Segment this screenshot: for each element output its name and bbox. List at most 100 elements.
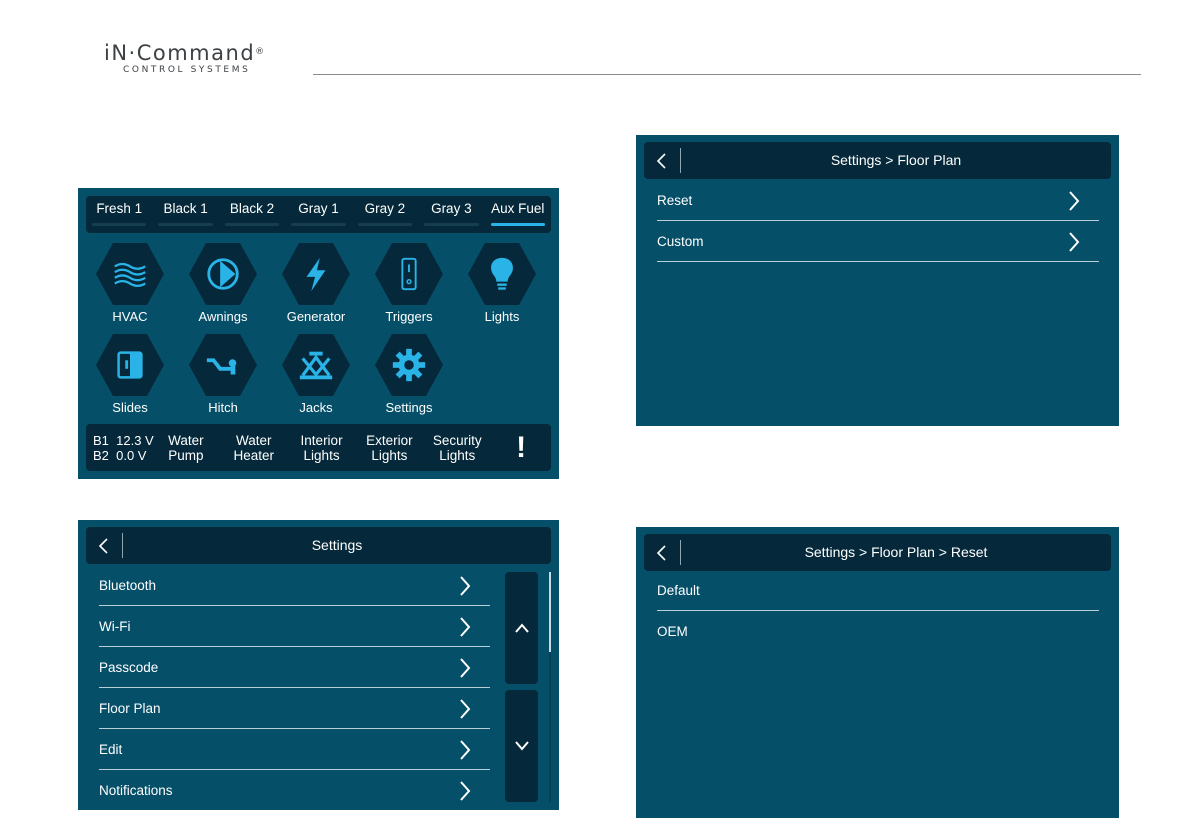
chevron-down-icon <box>514 741 529 751</box>
scissor-jack-icon <box>299 351 333 380</box>
floor-plan-item-reset[interactable]: Reset <box>657 180 1099 221</box>
tab-gray-2[interactable]: Gray 2 <box>352 196 418 233</box>
item-label: OEM <box>657 624 688 639</box>
scroll-down-button[interactable] <box>505 690 538 802</box>
hitch-button[interactable]: Hitch <box>179 334 267 415</box>
jacks-button[interactable]: Jacks <box>272 334 360 415</box>
page-title: Settings <box>311 537 363 553</box>
title-bar: Settings <box>86 527 551 564</box>
reset-option-default[interactable]: Default <box>657 570 1099 611</box>
settings-item-notifications[interactable]: Notifications <box>99 770 490 810</box>
exterior-lights-button[interactable]: Exterior Lights <box>355 433 423 463</box>
awning-icon <box>207 258 239 290</box>
floor-plan-item-custom[interactable]: Custom <box>657 221 1099 262</box>
tab-gray-1[interactable]: Gray 1 <box>285 196 351 233</box>
tank-level-bar <box>424 223 479 226</box>
scrollbar-thumb[interactable] <box>549 572 551 652</box>
tab-label: Black 2 <box>229 201 275 216</box>
reset-screen: Settings > Floor Plan > Reset Default OE… <box>636 527 1119 818</box>
app-label: Hitch <box>208 400 238 415</box>
tab-label: Gray 1 <box>298 201 339 216</box>
app-label: Lights <box>484 309 520 324</box>
chevron-right-icon <box>460 740 471 760</box>
tank-level-bar <box>224 223 280 226</box>
item-label: Edit <box>99 742 123 757</box>
status-bar: B1 12.3 V B2 0.0 V Water Pump Water Heat… <box>86 424 551 471</box>
tab-aux-fuel[interactable]: Aux Fuel <box>485 196 551 233</box>
brand-tagline: CONTROL SYSTEMS <box>123 65 251 75</box>
page-title: Settings > Floor Plan <box>830 152 962 168</box>
interior-lights-button[interactable]: Interior Lights <box>288 433 356 463</box>
reset-options-list: Default OEM <box>657 570 1099 652</box>
tab-gray-3[interactable]: Gray 3 <box>418 196 484 233</box>
app-label: Triggers <box>385 309 433 324</box>
slide-out-icon <box>117 351 143 379</box>
chevron-left-icon <box>656 152 666 169</box>
tab-fresh-1[interactable]: Fresh 1 <box>86 196 152 233</box>
switch-icon <box>401 257 417 291</box>
slides-button[interactable]: Slides <box>86 334 174 415</box>
item-label: Default <box>657 583 700 598</box>
scroll-up-button[interactable] <box>505 572 538 684</box>
tank-tabs: Fresh 1 Black 1 Black 2 Gray 1 Gray 2 Gr… <box>86 196 551 233</box>
tab-label: Aux Fuel <box>491 201 545 216</box>
chevron-left-icon <box>98 537 108 554</box>
settings-item-floor-plan[interactable]: Floor Plan <box>99 688 490 729</box>
alert-icon[interactable]: ! <box>491 432 551 463</box>
lightning-bolt-icon <box>306 257 326 292</box>
tab-label: Gray 2 <box>364 201 406 216</box>
settings-item-wifi[interactable]: Wi-Fi <box>99 606 490 647</box>
back-button[interactable] <box>644 142 680 179</box>
tank-level-bar <box>490 223 545 226</box>
triggers-button[interactable]: Triggers <box>365 243 453 324</box>
gear-icon <box>392 348 426 382</box>
floor-plan-screen: Settings > Floor Plan Reset Custom <box>636 135 1119 426</box>
hitch-icon <box>206 358 237 375</box>
hvac-button[interactable]: HVAC <box>86 243 174 324</box>
item-label: Reset <box>657 193 693 208</box>
item-label: Passcode <box>99 660 159 675</box>
back-button[interactable] <box>644 534 680 571</box>
title-bar: Settings > Floor Plan <box>644 142 1111 179</box>
item-label: Wi-Fi <box>99 619 131 634</box>
settings-item-passcode[interactable]: Passcode <box>99 647 490 688</box>
water-heater-button[interactable]: Water Heater <box>220 433 288 463</box>
app-label: Awnings <box>198 309 248 324</box>
tab-label: Fresh 1 <box>96 201 143 216</box>
app-label: Generator <box>286 309 346 324</box>
item-label: Floor Plan <box>99 701 161 716</box>
reset-option-oem[interactable]: OEM <box>657 611 1099 652</box>
item-label: Bluetooth <box>99 578 157 593</box>
tab-black-2[interactable]: Black 2 <box>219 196 285 233</box>
item-label: Custom <box>657 234 704 249</box>
tab-black-1[interactable]: Black 1 <box>152 196 218 233</box>
lights-button[interactable]: Lights <box>458 243 546 324</box>
security-lights-button[interactable]: Security Lights <box>423 433 491 463</box>
water-pump-button[interactable]: Water Pump <box>152 433 220 463</box>
tank-level-bar <box>158 223 213 226</box>
app-label: Slides <box>112 400 148 415</box>
chevron-right-icon <box>460 576 471 596</box>
settings-item-edit[interactable]: Edit <box>99 729 490 770</box>
settings-item-bluetooth[interactable]: Bluetooth <box>99 565 490 606</box>
chevron-right-icon <box>1069 191 1080 211</box>
chevron-right-icon <box>460 781 471 801</box>
awnings-button[interactable]: Awnings <box>179 243 267 324</box>
battery-2-voltage: B2 0.0 V <box>93 447 147 463</box>
generator-button[interactable]: Generator <box>272 243 360 324</box>
floor-plan-list: Reset Custom <box>657 180 1099 262</box>
chevron-right-icon <box>1069 232 1080 252</box>
tab-label: Black 1 <box>163 201 208 216</box>
settings-screen: Settings Bluetooth Wi-Fi Passcode Floor … <box>78 520 559 810</box>
settings-button[interactable]: Settings <box>365 334 453 415</box>
brand-name: iN·Command <box>104 41 256 65</box>
tank-level-bar <box>92 223 147 226</box>
chevron-right-icon <box>460 658 471 678</box>
hvac-waves-icon <box>114 262 146 288</box>
chevron-right-icon <box>460 699 471 719</box>
chevron-right-icon <box>460 617 471 637</box>
back-button[interactable] <box>86 527 122 564</box>
item-label: Notifications <box>99 783 173 798</box>
registered-mark: ® <box>255 47 266 57</box>
app-label: Settings <box>385 400 433 415</box>
